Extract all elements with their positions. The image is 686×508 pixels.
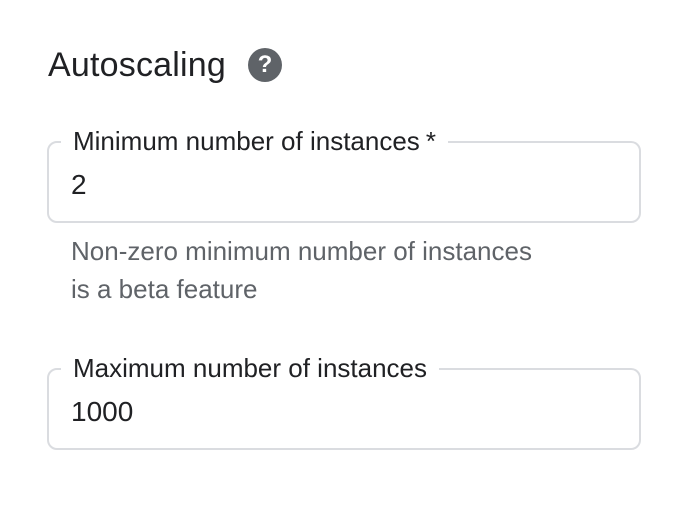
- min-instances-label: Minimum number of instances *: [61, 124, 448, 158]
- min-instances-hint-line-2: is a beta feature: [71, 274, 258, 304]
- max-instances-input[interactable]: [71, 392, 611, 432]
- help-icon[interactable]: ?: [247, 48, 282, 82]
- min-instances-hint: Non-zero minimum number of instances is …: [71, 232, 631, 308]
- min-instances-label-text: Minimum number of instances: [73, 126, 420, 156]
- min-instances-input[interactable]: [71, 165, 611, 205]
- min-instances-hint-line-1: Non-zero minimum number of instances: [71, 236, 532, 266]
- required-marker: *: [425, 126, 436, 156]
- section-title: Autoscaling: [48, 46, 226, 84]
- max-instances-field[interactable]: Maximum number of instances: [47, 351, 641, 450]
- min-instances-field[interactable]: Minimum number of instances *: [47, 124, 641, 223]
- max-instances-label: Maximum number of instances: [61, 351, 440, 385]
- autoscaling-header: Autoscaling ?: [48, 40, 282, 90]
